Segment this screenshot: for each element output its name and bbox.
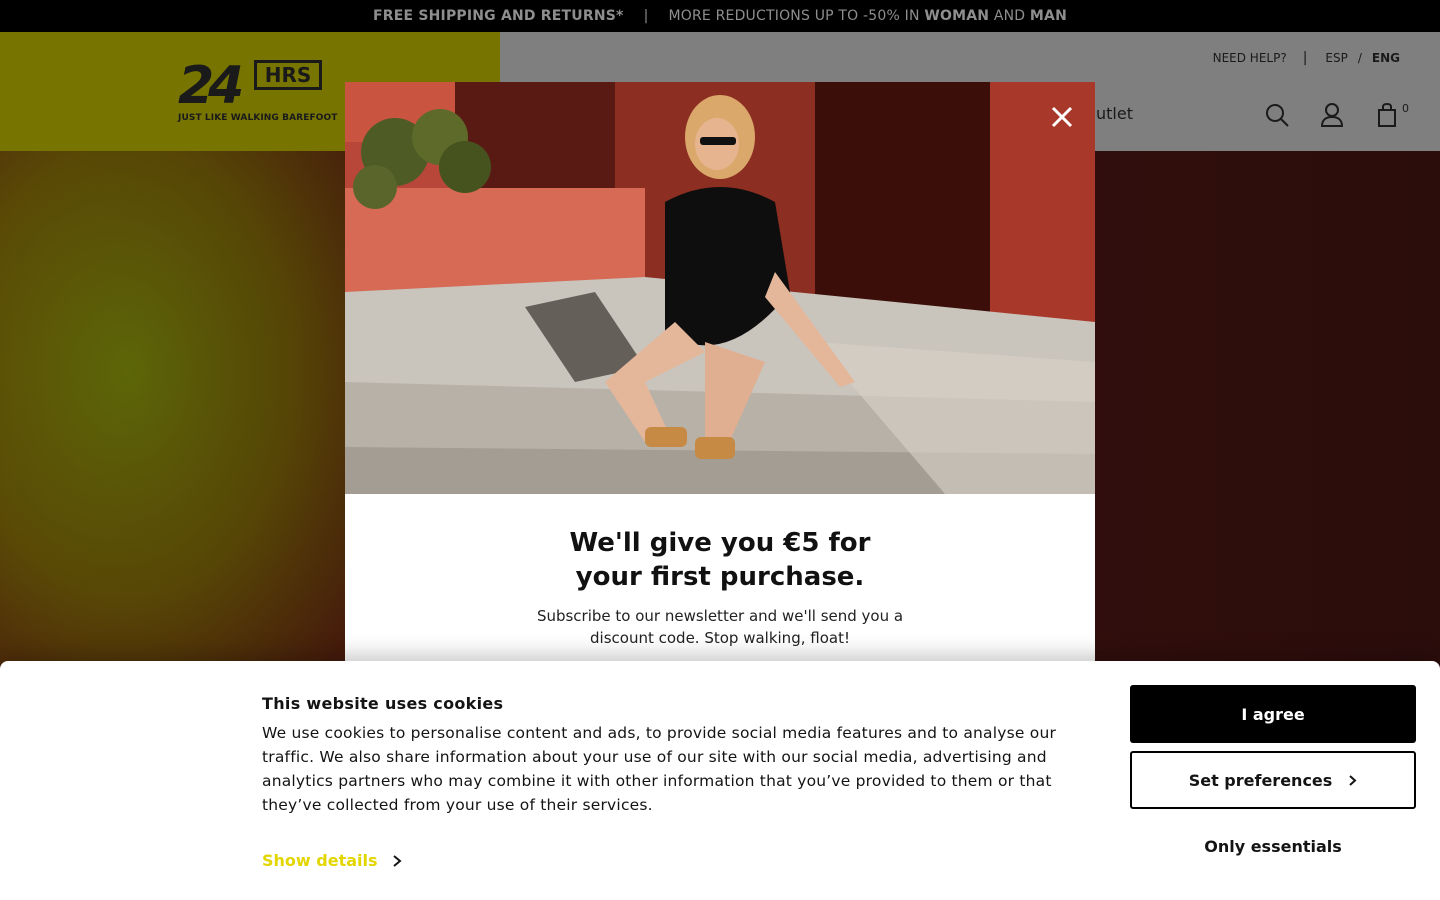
logo-number: 24 [178, 56, 244, 116]
cookie-banner: This website uses cookies We use cookies… [0, 661, 1440, 900]
woman-link[interactable]: WOMAN [924, 8, 989, 24]
logo-tagline: JUST LIKE WALKING BAREFOOT [178, 113, 338, 123]
set-preferences-button[interactable]: Set preferences [1130, 751, 1416, 809]
modal-title-line2: your first purchase. [575, 562, 865, 592]
modal-text-line2: discount code. Stop walking, float! [590, 629, 850, 647]
free-shipping-text[interactable]: FREE SHIPPING AND RETURNS* [373, 8, 624, 24]
need-help-link[interactable]: NEED HELP? [1213, 51, 1287, 65]
set-preferences-label: Set preferences [1188, 770, 1333, 790]
utility-nav: NEED HELP? | ESP / ENG [1213, 50, 1400, 66]
announcement-bar: FREE SHIPPING AND RETURNS* | MORE REDUCT… [0, 0, 1440, 32]
modal-description: Subscribe to our newsletter and we'll se… [345, 605, 1095, 649]
nav-item-outlet[interactable]: utlet [1096, 104, 1133, 123]
only-essentials-button[interactable]: Only essentials [1130, 826, 1416, 866]
man-link[interactable]: MAN [1030, 8, 1067, 24]
close-icon[interactable] [1045, 100, 1079, 134]
and-text: AND [993, 8, 1026, 24]
cookie-description: We use cookies to personalise content an… [262, 724, 1057, 814]
announcement-separator: | [643, 8, 649, 24]
utility-pipe: | [1302, 50, 1308, 66]
search-icon[interactable] [1264, 102, 1290, 128]
lang-separator: / [1357, 51, 1362, 65]
cookie-title: This website uses cookies [262, 694, 504, 713]
reductions-prefix: MORE REDUCTIONS UP TO -50% IN [668, 8, 920, 24]
agree-button[interactable]: I agree [1130, 685, 1416, 743]
lang-esp-link[interactable]: ESP [1325, 51, 1347, 65]
modal-title-line1: We'll give you €5 for [569, 528, 871, 558]
logo-hrs: HRS [254, 60, 322, 90]
reductions-text[interactable]: MORE REDUCTIONS UP TO -50% IN WOMAN AND … [668, 8, 1067, 24]
newsletter-modal: We'll give you €5 for your first purchas… [345, 82, 1095, 692]
lang-eng-link[interactable]: ENG [1372, 51, 1400, 65]
show-details-link[interactable]: Show details [262, 851, 402, 870]
modal-title: We'll give you €5 for your first purchas… [345, 526, 1095, 594]
modal-text-line1: Subscribe to our newsletter and we'll se… [536, 607, 904, 625]
logo[interactable]: 24 HRS JUST LIKE WALKING BAREFOOT [178, 56, 337, 128]
chevron-right-icon [392, 854, 402, 867]
woman-on-steps-photo [345, 82, 1095, 494]
cart-count: 0 [1402, 102, 1409, 115]
chevron-right-icon [1349, 774, 1357, 786]
user-icon[interactable] [1319, 102, 1345, 128]
show-details-label: Show details [262, 851, 378, 870]
modal-photo [345, 82, 1095, 494]
shopping-bag-icon[interactable] [1375, 102, 1401, 128]
